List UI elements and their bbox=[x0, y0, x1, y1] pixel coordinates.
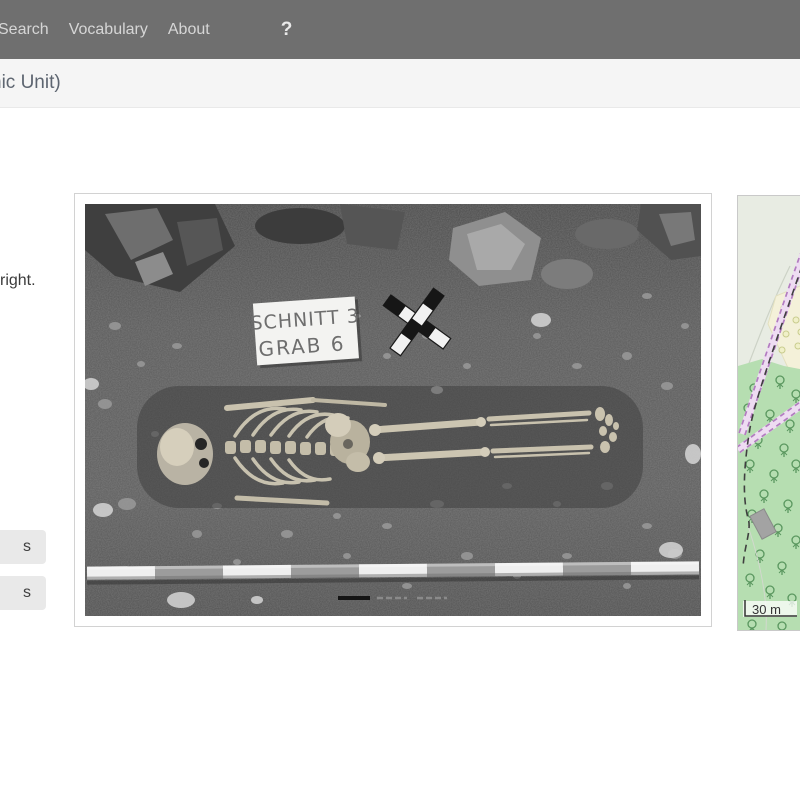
side-button-1[interactable]: s bbox=[0, 530, 46, 564]
help-icon[interactable]: ? bbox=[281, 19, 293, 41]
side-button-2[interactable]: s bbox=[0, 576, 46, 610]
page-title: hic Unit) bbox=[0, 72, 61, 94]
page-title-bar: hic Unit) bbox=[0, 59, 800, 108]
top-navbar: Search Vocabulary About ? bbox=[0, 0, 800, 59]
nav-item-about[interactable]: About bbox=[168, 21, 210, 39]
map-scale-control: 30 m bbox=[743, 600, 797, 617]
photo-panel: SCHNITT 3 GRAB 6 bbox=[74, 193, 712, 627]
excavation-photo[interactable]: SCHNITT 3 GRAB 6 bbox=[85, 204, 701, 616]
map-panel: 30 m bbox=[737, 195, 800, 631]
site-map[interactable]: 30 m bbox=[738, 196, 800, 630]
grave-sign: SCHNITT 3 GRAB 6 bbox=[249, 296, 363, 368]
description-text-fragment: right. bbox=[0, 272, 36, 290]
forest-area bbox=[738, 359, 800, 630]
nav-item-search[interactable]: Search bbox=[0, 21, 49, 39]
map-scale-label: 30 m bbox=[752, 602, 781, 617]
nav-item-vocabulary[interactable]: Vocabulary bbox=[69, 21, 148, 39]
